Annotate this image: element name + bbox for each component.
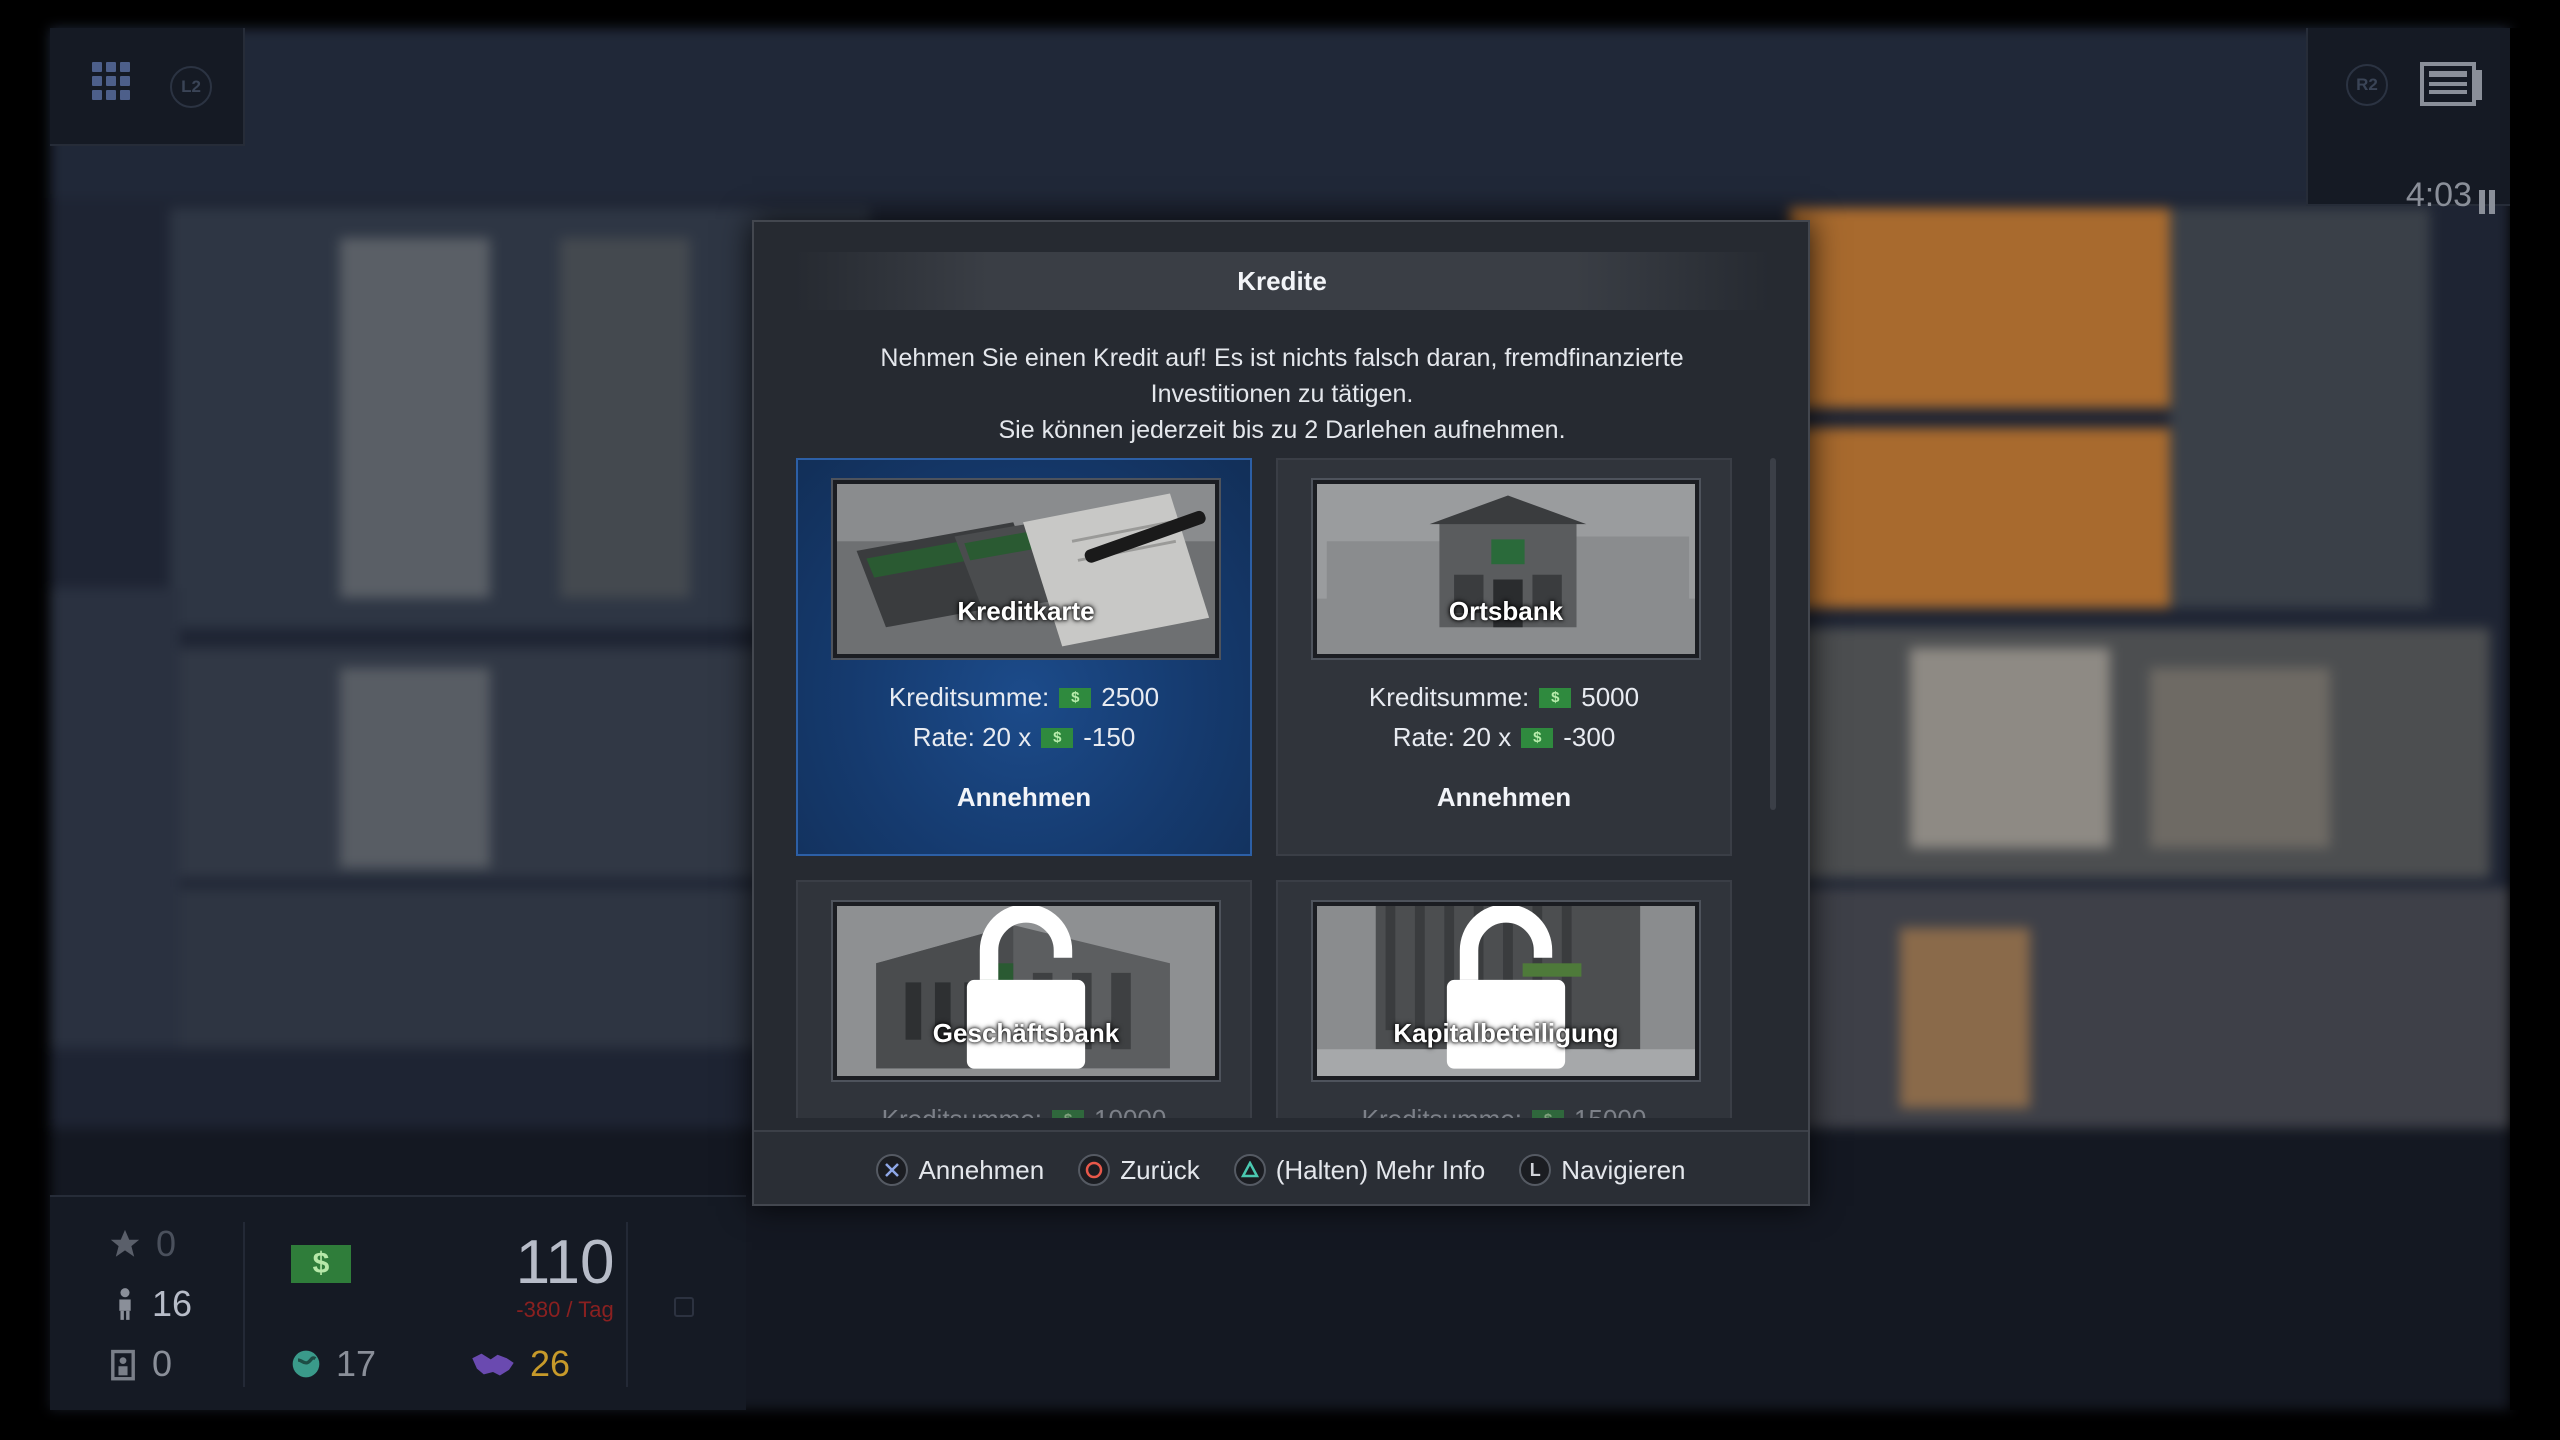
- build-menu-grid-icon[interactable]: [92, 62, 142, 112]
- hud-top-left: L2: [50, 28, 245, 146]
- accept-loan-button[interactable]: Annehmen: [1278, 782, 1730, 813]
- loan-rate-label: Rate: 20 x: [912, 722, 1032, 752]
- loan-sum-label: Kreditsumme:: [1368, 682, 1530, 712]
- loan-name: Kapitalbeteiligung: [1393, 1018, 1619, 1048]
- staff-value: 0: [152, 1343, 173, 1384]
- cash-icon: $: [1532, 1109, 1565, 1118]
- loan-image: Kreditkarte: [831, 478, 1221, 660]
- description-line: Nehmen Sie einen Kredit auf! Es ist nich…: [880, 344, 1684, 372]
- loan-sum: Kreditsumme: $ 10000: [798, 1104, 1250, 1118]
- loan-image: Kapitalbeteiligung: [1311, 900, 1701, 1082]
- game-clock: 4:03: [2405, 176, 2472, 214]
- loan-card-kreditkarte[interactable]: Kreditkarte Kreditsumme: $ 2500 Rate: 20…: [796, 458, 1252, 856]
- loan-sum-label: Kreditsumme:: [888, 682, 1050, 712]
- star-icon: [110, 1229, 140, 1257]
- hud-top-right: R2 4:03: [2306, 28, 2510, 214]
- population-stat: 16: [112, 1283, 192, 1325]
- loan-sum-label: Kreditsumme:: [1362, 1104, 1522, 1118]
- loan-image: Geschäftsbank: [831, 900, 1221, 1082]
- loan-rate: Rate: 20 x $ -150: [798, 722, 1250, 753]
- loan-sum-value: 2500: [1101, 682, 1160, 712]
- description-line: Investitionen zu tätigen.: [1150, 380, 1414, 408]
- newspaper-icon[interactable]: [2420, 60, 2484, 110]
- population-value: 16: [152, 1283, 193, 1324]
- loan-card-ortsbank[interactable]: Ortsbank Kreditsumme: $ 5000 Rate: 20 x …: [1276, 458, 1732, 856]
- stars-value: 0: [156, 1223, 177, 1264]
- cash-icon: $: [1059, 687, 1092, 708]
- r2-button-hint: R2: [2346, 64, 2388, 106]
- loan-sum: Kreditsumme: $ 5000: [1278, 682, 1730, 713]
- staff-stat: 0: [108, 1343, 172, 1385]
- left-stick-icon: L: [1519, 1154, 1552, 1186]
- circle-button-icon: [1078, 1154, 1111, 1186]
- loan-name: Ortsbank: [1448, 596, 1564, 626]
- hint-more-info[interactable]: (Halten) Mehr Info: [1233, 1154, 1486, 1186]
- loan-card-geschaeftsbank[interactable]: Geschäftsbank Kreditsumme: $ 10000: [796, 880, 1252, 1118]
- eco-stat: 17: [290, 1343, 376, 1385]
- money-icon: $: [291, 1245, 351, 1283]
- accept-loan-button[interactable]: Annehmen: [798, 782, 1250, 813]
- money-rate: -380 / Tag: [516, 1297, 614, 1322]
- hint-back[interactable]: Zurück: [1078, 1154, 1200, 1186]
- loan-rate-label: Rate: 20 x: [1392, 722, 1512, 752]
- loan-card-list[interactable]: Kreditkarte Kreditsumme: $ 2500 Rate: 20…: [796, 458, 1746, 1118]
- cash-icon: $: [1539, 687, 1572, 708]
- hint-navigate[interactable]: L Navigieren: [1519, 1154, 1686, 1186]
- triangle-button-icon: [1233, 1154, 1266, 1186]
- loan-sum-label: Kreditsumme:: [882, 1104, 1042, 1118]
- cash-icon: $: [1041, 727, 1074, 748]
- eco-value: 17: [336, 1343, 377, 1384]
- screen-edge: [2510, 28, 2560, 1410]
- reputation-value: 26: [530, 1343, 571, 1384]
- loan-sum-value: 15000: [1574, 1104, 1646, 1118]
- globe-icon: [292, 1350, 320, 1378]
- handshake-icon: [472, 1353, 514, 1376]
- loan-card-kapitalbeteiligung[interactable]: Kapitalbeteiligung Kreditsumme: $ 15000: [1276, 880, 1732, 1118]
- cash-icon: $: [1052, 1109, 1085, 1118]
- hint-label: Zurück: [1120, 1154, 1200, 1185]
- loan-name: Geschäftsbank: [932, 1018, 1120, 1048]
- divider: [243, 1222, 245, 1387]
- controller-hints: Annehmen Zurück (Halten) Mehr Info L Nav…: [754, 1130, 1808, 1204]
- cross-button-icon: [876, 1154, 909, 1186]
- dialog-description: Nehmen Sie einen Kredit auf! Es ist nich…: [824, 340, 1740, 448]
- loan-rate-value: -300: [1563, 722, 1616, 752]
- hint-label: Navigieren: [1561, 1154, 1686, 1185]
- staff-icon: [111, 1349, 135, 1381]
- stats-panel: 0 16 0 $ 110 -380 / Tag 17 26: [50, 1195, 746, 1410]
- pause-icon[interactable]: [2479, 190, 2495, 214]
- loan-sum-value: 5000: [1581, 682, 1640, 712]
- person-icon: [119, 1288, 131, 1320]
- loan-image: Ortsbank: [1311, 478, 1701, 660]
- dialog-title: Kredite: [794, 252, 1770, 310]
- lock-icon: [1446, 906, 1566, 1069]
- l2-button-hint: L2: [170, 66, 212, 108]
- hint-accept[interactable]: Annehmen: [876, 1154, 1044, 1186]
- loan-rate-value: -150: [1083, 722, 1136, 752]
- loan-sum: Kreditsumme: $ 15000: [1278, 1104, 1730, 1118]
- description-line: Sie können jederzeit bis zu 2 Darlehen a…: [998, 416, 1566, 444]
- loans-dialog: Kredite Nehmen Sie einen Kredit auf! Es …: [752, 220, 1810, 1206]
- divider: [626, 1222, 628, 1387]
- money-value: 110: [515, 1228, 615, 1297]
- stars-stat: 0: [108, 1223, 176, 1265]
- hint-label: (Halten) Mehr Info: [1275, 1154, 1486, 1185]
- loan-sum-value: 10000: [1094, 1104, 1166, 1118]
- loan-list-scrollbar[interactable]: [1770, 458, 1776, 810]
- reputation-stat: 26: [470, 1343, 570, 1385]
- hint-label: Annehmen: [918, 1154, 1045, 1185]
- loan-rate: Rate: 20 x $ -300: [1278, 722, 1730, 753]
- cash-icon: $: [1521, 727, 1554, 748]
- loan-name: Kreditkarte: [957, 596, 1095, 626]
- expand-toggle[interactable]: [674, 1297, 694, 1317]
- loan-sum: Kreditsumme: $ 2500: [798, 682, 1250, 713]
- lock-icon: [966, 906, 1086, 1069]
